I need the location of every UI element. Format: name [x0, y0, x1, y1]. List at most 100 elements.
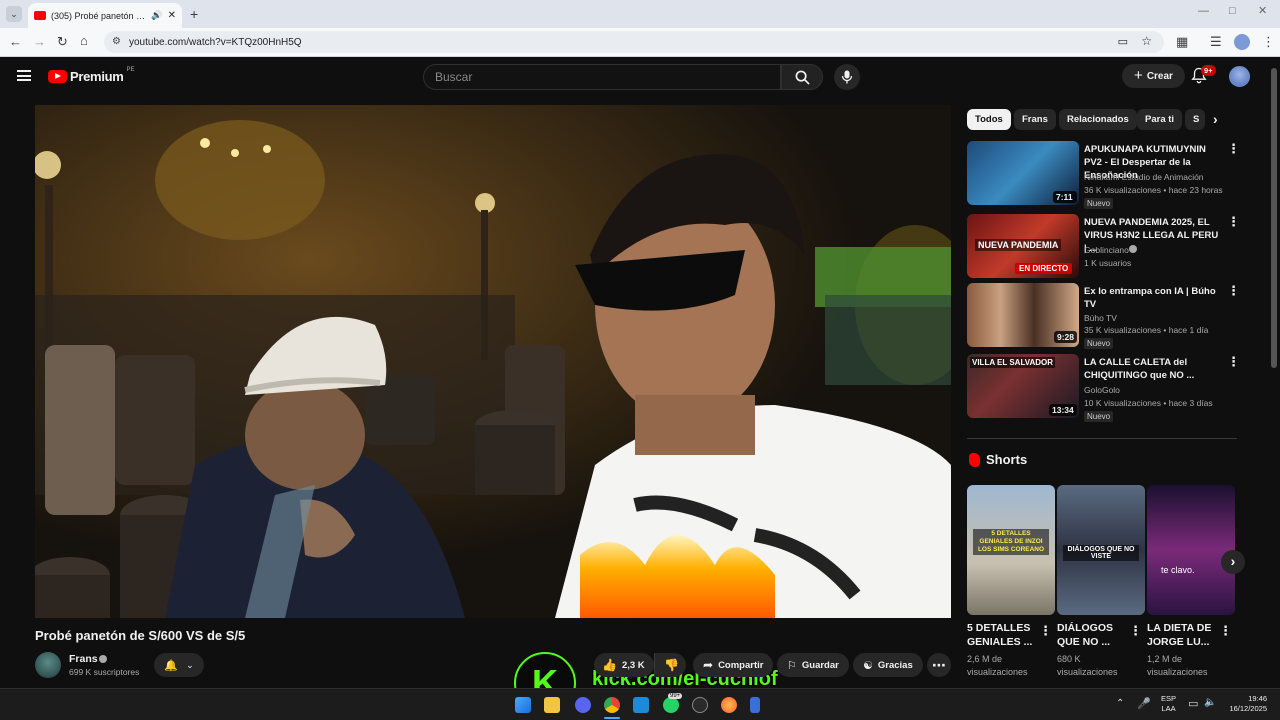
thanks-icon: ☯: [863, 659, 873, 672]
search-input[interactable]: Buscar: [423, 64, 781, 90]
notifications-button[interactable]: 9+: [1191, 65, 1216, 87]
close-window-icon[interactable]: ✕: [1258, 6, 1267, 17]
site-info-icon[interactable]: ⚙: [112, 36, 121, 47]
channel-name[interactable]: Goblinciano: [1084, 245, 1129, 255]
minimize-icon[interactable]: —: [1198, 6, 1209, 17]
chrome-menu-icon[interactable]: ⋮: [1262, 35, 1275, 48]
search-icon: [795, 70, 810, 85]
recommendation-item[interactable]: NUEVA PANDEMIA EN DIRECTO NUEVA PANDEMIA…: [967, 214, 1247, 280]
chips-next-icon[interactable]: ›: [1213, 111, 1218, 127]
save-button[interactable]: ⚐ Guardar: [777, 653, 849, 677]
channel-name[interactable]: Ninakami Estudio de Animación: [1084, 172, 1204, 182]
chevron-down-icon: ⌄: [186, 659, 194, 670]
clock[interactable]: 19:46 16/12/2025: [1222, 694, 1267, 714]
volume-icon[interactable]: 🔈: [1204, 697, 1216, 708]
video-title[interactable]: LA CALLE CALETA del CHIQUITINGO que NO .…: [1084, 356, 1222, 382]
reload-icon[interactable]: ↻: [57, 35, 68, 48]
short-title[interactable]: LA DIETA DE JORGE LU...: [1147, 621, 1217, 649]
hamburger-menu-icon[interactable]: [17, 70, 31, 81]
start-icon[interactable]: [515, 697, 531, 713]
more-actions-icon[interactable]: ⋮: [1227, 215, 1240, 228]
forward-icon[interactable]: →: [33, 35, 46, 48]
recommendation-item[interactable]: VILLA EL SALVADOR 13:34 LA CALLE CALETA …: [967, 354, 1247, 422]
live-badge: EN DIRECTO: [1015, 263, 1073, 274]
video-title[interactable]: Ex lo entrampa con IA | Búho TV: [1084, 285, 1222, 311]
firefox-icon[interactable]: [721, 697, 737, 713]
bookmark-star-icon[interactable]: ☆: [1141, 34, 1152, 48]
more-actions-icon[interactable]: ⋮: [1227, 355, 1240, 368]
short-thumbnail[interactable]: te clavo.: [1147, 485, 1235, 615]
back-icon[interactable]: ←: [9, 35, 22, 48]
thumb-text: NUEVA PANDEMIA: [975, 239, 1062, 251]
video-meta: 35 K visualizaciones • hace 1 día: [1084, 325, 1209, 335]
short-title[interactable]: DIÁLOGOS QUE NO ...: [1057, 621, 1127, 649]
tab-close-icon[interactable]: ✕: [168, 10, 176, 21]
audio-icon[interactable]: 🔊: [151, 10, 162, 21]
address-bar[interactable]: ⚙ youtube.com/watch?v=KTQz00HnH5Q ▭ ☆: [104, 31, 1164, 53]
more-actions-icon[interactable]: ⋮: [1227, 284, 1240, 297]
like-button[interactable]: 👍 2,3 K: [594, 653, 654, 677]
short-meta: 680 K visualizaciones: [1057, 654, 1118, 677]
page-scrollbar[interactable]: [1271, 68, 1277, 368]
subscribe-button[interactable]: 🔔 ⌄: [154, 653, 204, 677]
windows-taskbar: 99+ ⌃ 🎤 ESP LAA ▭ 🔈 19:46 16/12/2025: [0, 688, 1280, 720]
chrome-icon[interactable]: [604, 697, 620, 713]
network-icon[interactable]: ▭: [1188, 697, 1198, 710]
recommendation-item[interactable]: 7:11 APUKUNAPA KUTIMUYNIN PV2 - El Despe…: [967, 141, 1247, 209]
whatsapp-icon[interactable]: [663, 697, 679, 713]
more-actions-icon[interactable]: ⋮: [1219, 624, 1232, 637]
chip-more[interactable]: S: [1185, 109, 1205, 130]
short-title[interactable]: 5 DETALLES GENIALES ...: [967, 621, 1037, 649]
file-explorer-icon[interactable]: [544, 697, 560, 713]
chip-relacionados[interactable]: Relacionados: [1059, 109, 1137, 130]
more-actions-icon[interactable]: ⋮: [1227, 142, 1240, 155]
cast-icon[interactable]: ▭: [1118, 35, 1128, 48]
more-options-button[interactable]: ⋯: [927, 653, 951, 677]
shorts-next-button[interactable]: ›: [1221, 550, 1245, 574]
vscode-icon[interactable]: [633, 697, 649, 713]
obs-icon[interactable]: [692, 697, 708, 713]
tray-chevron-icon[interactable]: ⌃: [1116, 698, 1124, 709]
create-button[interactable]: + Crear: [1122, 64, 1185, 88]
channel-name[interactable]: Búho TV: [1084, 313, 1117, 323]
reading-list-icon[interactable]: ☰: [1210, 35, 1222, 48]
language-indicator[interactable]: ESP LAA: [1161, 694, 1176, 714]
maximize-icon[interactable]: □: [1229, 6, 1236, 17]
shorts-title: Shorts: [986, 452, 1028, 467]
thanks-button[interactable]: ☯ Gracias: [853, 653, 923, 677]
more-actions-icon[interactable]: ⋮: [1039, 624, 1052, 637]
share-button[interactable]: ➦ Compartir: [693, 653, 774, 677]
short-thumbnail[interactable]: 5 DETALLES GENIALES DE INZOI LOS SIMS CO…: [967, 485, 1055, 615]
chip-frans[interactable]: Frans: [1014, 109, 1056, 130]
video-player[interactable]: [35, 105, 951, 618]
browser-tab[interactable]: (305) Probé panetón de S/600 VS de S/5 🔊…: [28, 3, 182, 28]
home-icon[interactable]: ⌂: [80, 34, 88, 47]
shorts-heading: Shorts: [969, 452, 1027, 467]
profile-avatar[interactable]: [1234, 34, 1250, 50]
channel-avatar[interactable]: [35, 652, 61, 678]
voice-search-button[interactable]: [834, 64, 860, 90]
youtube-logo[interactable]: Premium PE: [48, 67, 135, 84]
share-icon: ➦: [703, 658, 714, 672]
channel-name[interactable]: GoloGolo: [1084, 385, 1120, 395]
microphone-tray-icon[interactable]: 🎤: [1137, 697, 1151, 710]
discord-icon[interactable]: [575, 697, 591, 713]
tab-search-icon[interactable]: ⌄: [6, 6, 22, 22]
new-tab-icon[interactable]: +: [190, 7, 198, 21]
dislike-button[interactable]: 👎: [654, 653, 686, 677]
channel-name[interactable]: Frans: [69, 653, 98, 665]
browser-tab-strip: ⌄ (305) Probé panetón de S/600 VS de S/5…: [0, 0, 1280, 28]
extensions-icon[interactable]: ▦: [1176, 35, 1188, 48]
active-app-indicator: [604, 717, 620, 719]
account-avatar[interactable]: [1229, 66, 1250, 87]
recommendation-item[interactable]: 9:28 Ex lo entrampa con IA | Búho TV Búh…: [967, 283, 1247, 349]
search-button[interactable]: [781, 64, 823, 90]
url-text: youtube.com/watch?v=KTQz00HnH5Q: [129, 36, 302, 48]
short-thumbnail[interactable]: DIÁLOGOS QUE NO VISTE: [1057, 485, 1145, 615]
video-meta: 10 K visualizaciones • hace 3 días: [1084, 398, 1213, 408]
more-actions-icon[interactable]: ⋮: [1129, 624, 1142, 637]
kick-logo: K: [514, 652, 576, 688]
app-icon[interactable]: [750, 697, 760, 713]
chip-todos[interactable]: Todos: [967, 109, 1011, 130]
chip-para-ti[interactable]: Para ti: [1137, 109, 1183, 130]
